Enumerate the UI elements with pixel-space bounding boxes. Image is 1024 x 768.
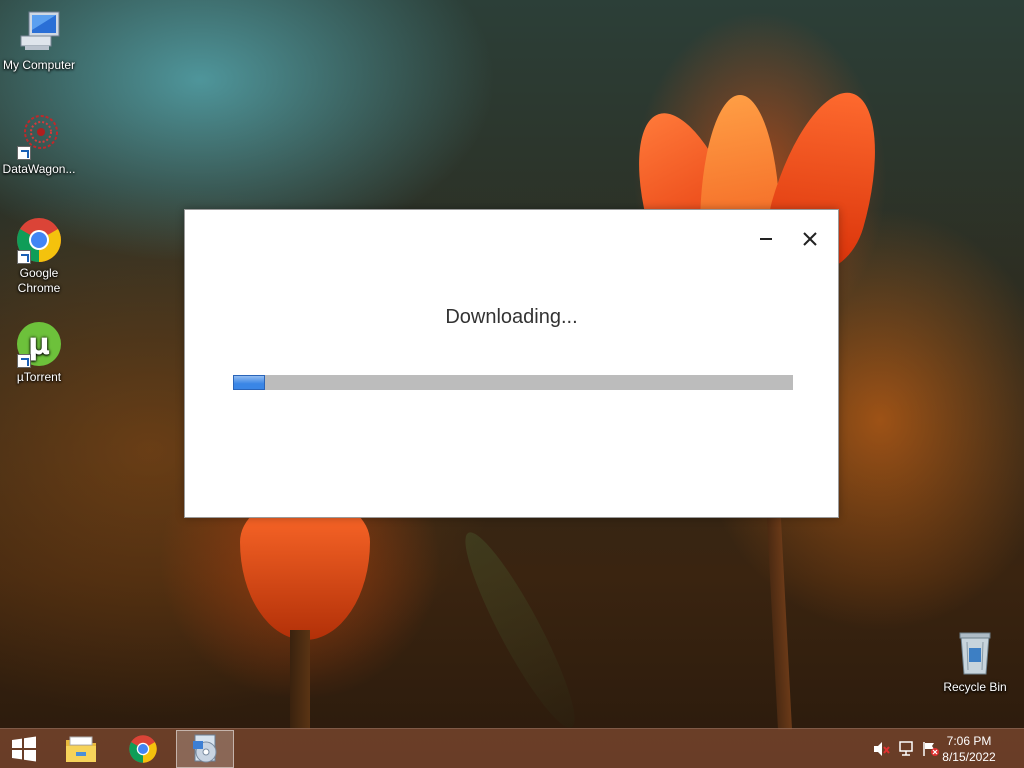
wallpaper-flower-stem (290, 630, 310, 730)
desktop-icon-label: DataWagon... (2, 162, 76, 176)
start-button[interactable] (0, 730, 48, 768)
shortcut-arrow-icon (17, 146, 31, 160)
taskbar-installer[interactable] (176, 730, 234, 768)
network-icon[interactable] (898, 741, 916, 757)
recycle-bin-icon (951, 630, 999, 678)
taskbar: 7:06 PM 8/15/2022 (0, 728, 1024, 768)
dialog-title: Downloading... (445, 306, 578, 328)
desktop-icon-recycle-bin[interactable]: Recycle Bin (936, 630, 1014, 695)
download-dialog: Downloading... (184, 209, 839, 518)
taskbar-clock[interactable]: 7:06 PM 8/15/2022 (934, 733, 1004, 765)
desktop-icon-datawagon[interactable]: DataWagon... (0, 112, 78, 177)
desktop-icon-my-computer[interactable]: My Computer (0, 8, 78, 73)
clock-date: 8/15/2022 (942, 750, 996, 764)
utorrent-icon: µ (15, 320, 63, 368)
computer-icon (15, 8, 63, 56)
volume-muted-icon[interactable] (873, 741, 891, 757)
minimize-button[interactable] (750, 224, 782, 254)
file-explorer-icon (66, 736, 96, 762)
installer-icon (193, 734, 217, 763)
chrome-icon (129, 735, 157, 763)
wallpaper-flower-stem (765, 499, 793, 731)
wallpaper-leaf (450, 523, 590, 737)
desktop-icon-label: My Computer (2, 58, 76, 72)
desktop-icon-label: Google Chrome (17, 266, 61, 295)
desktop-icon-google-chrome[interactable]: Google Chrome (0, 216, 78, 296)
windows-start-icon (12, 736, 36, 762)
shortcut-arrow-icon (17, 354, 31, 368)
download-progress-fill (233, 375, 265, 390)
minimize-icon (760, 238, 772, 240)
close-button[interactable] (794, 224, 826, 254)
datawagon-icon (15, 112, 63, 160)
chrome-icon (15, 216, 63, 264)
desktop-icon-utorrent[interactable]: µ µTorrent (0, 320, 78, 385)
taskbar-chrome[interactable] (114, 730, 172, 768)
svg-text:µ: µ (28, 327, 50, 362)
download-progress-bar (233, 375, 793, 390)
desktop-icon-label: µTorrent (16, 370, 62, 384)
shortcut-arrow-icon (17, 250, 31, 264)
wallpaper-flower-bud (240, 500, 370, 640)
close-icon (803, 232, 817, 246)
clock-time: 7:06 PM (946, 734, 992, 748)
desktop-icon-label: Recycle Bin (943, 680, 1007, 694)
taskbar-file-explorer[interactable] (52, 730, 110, 768)
